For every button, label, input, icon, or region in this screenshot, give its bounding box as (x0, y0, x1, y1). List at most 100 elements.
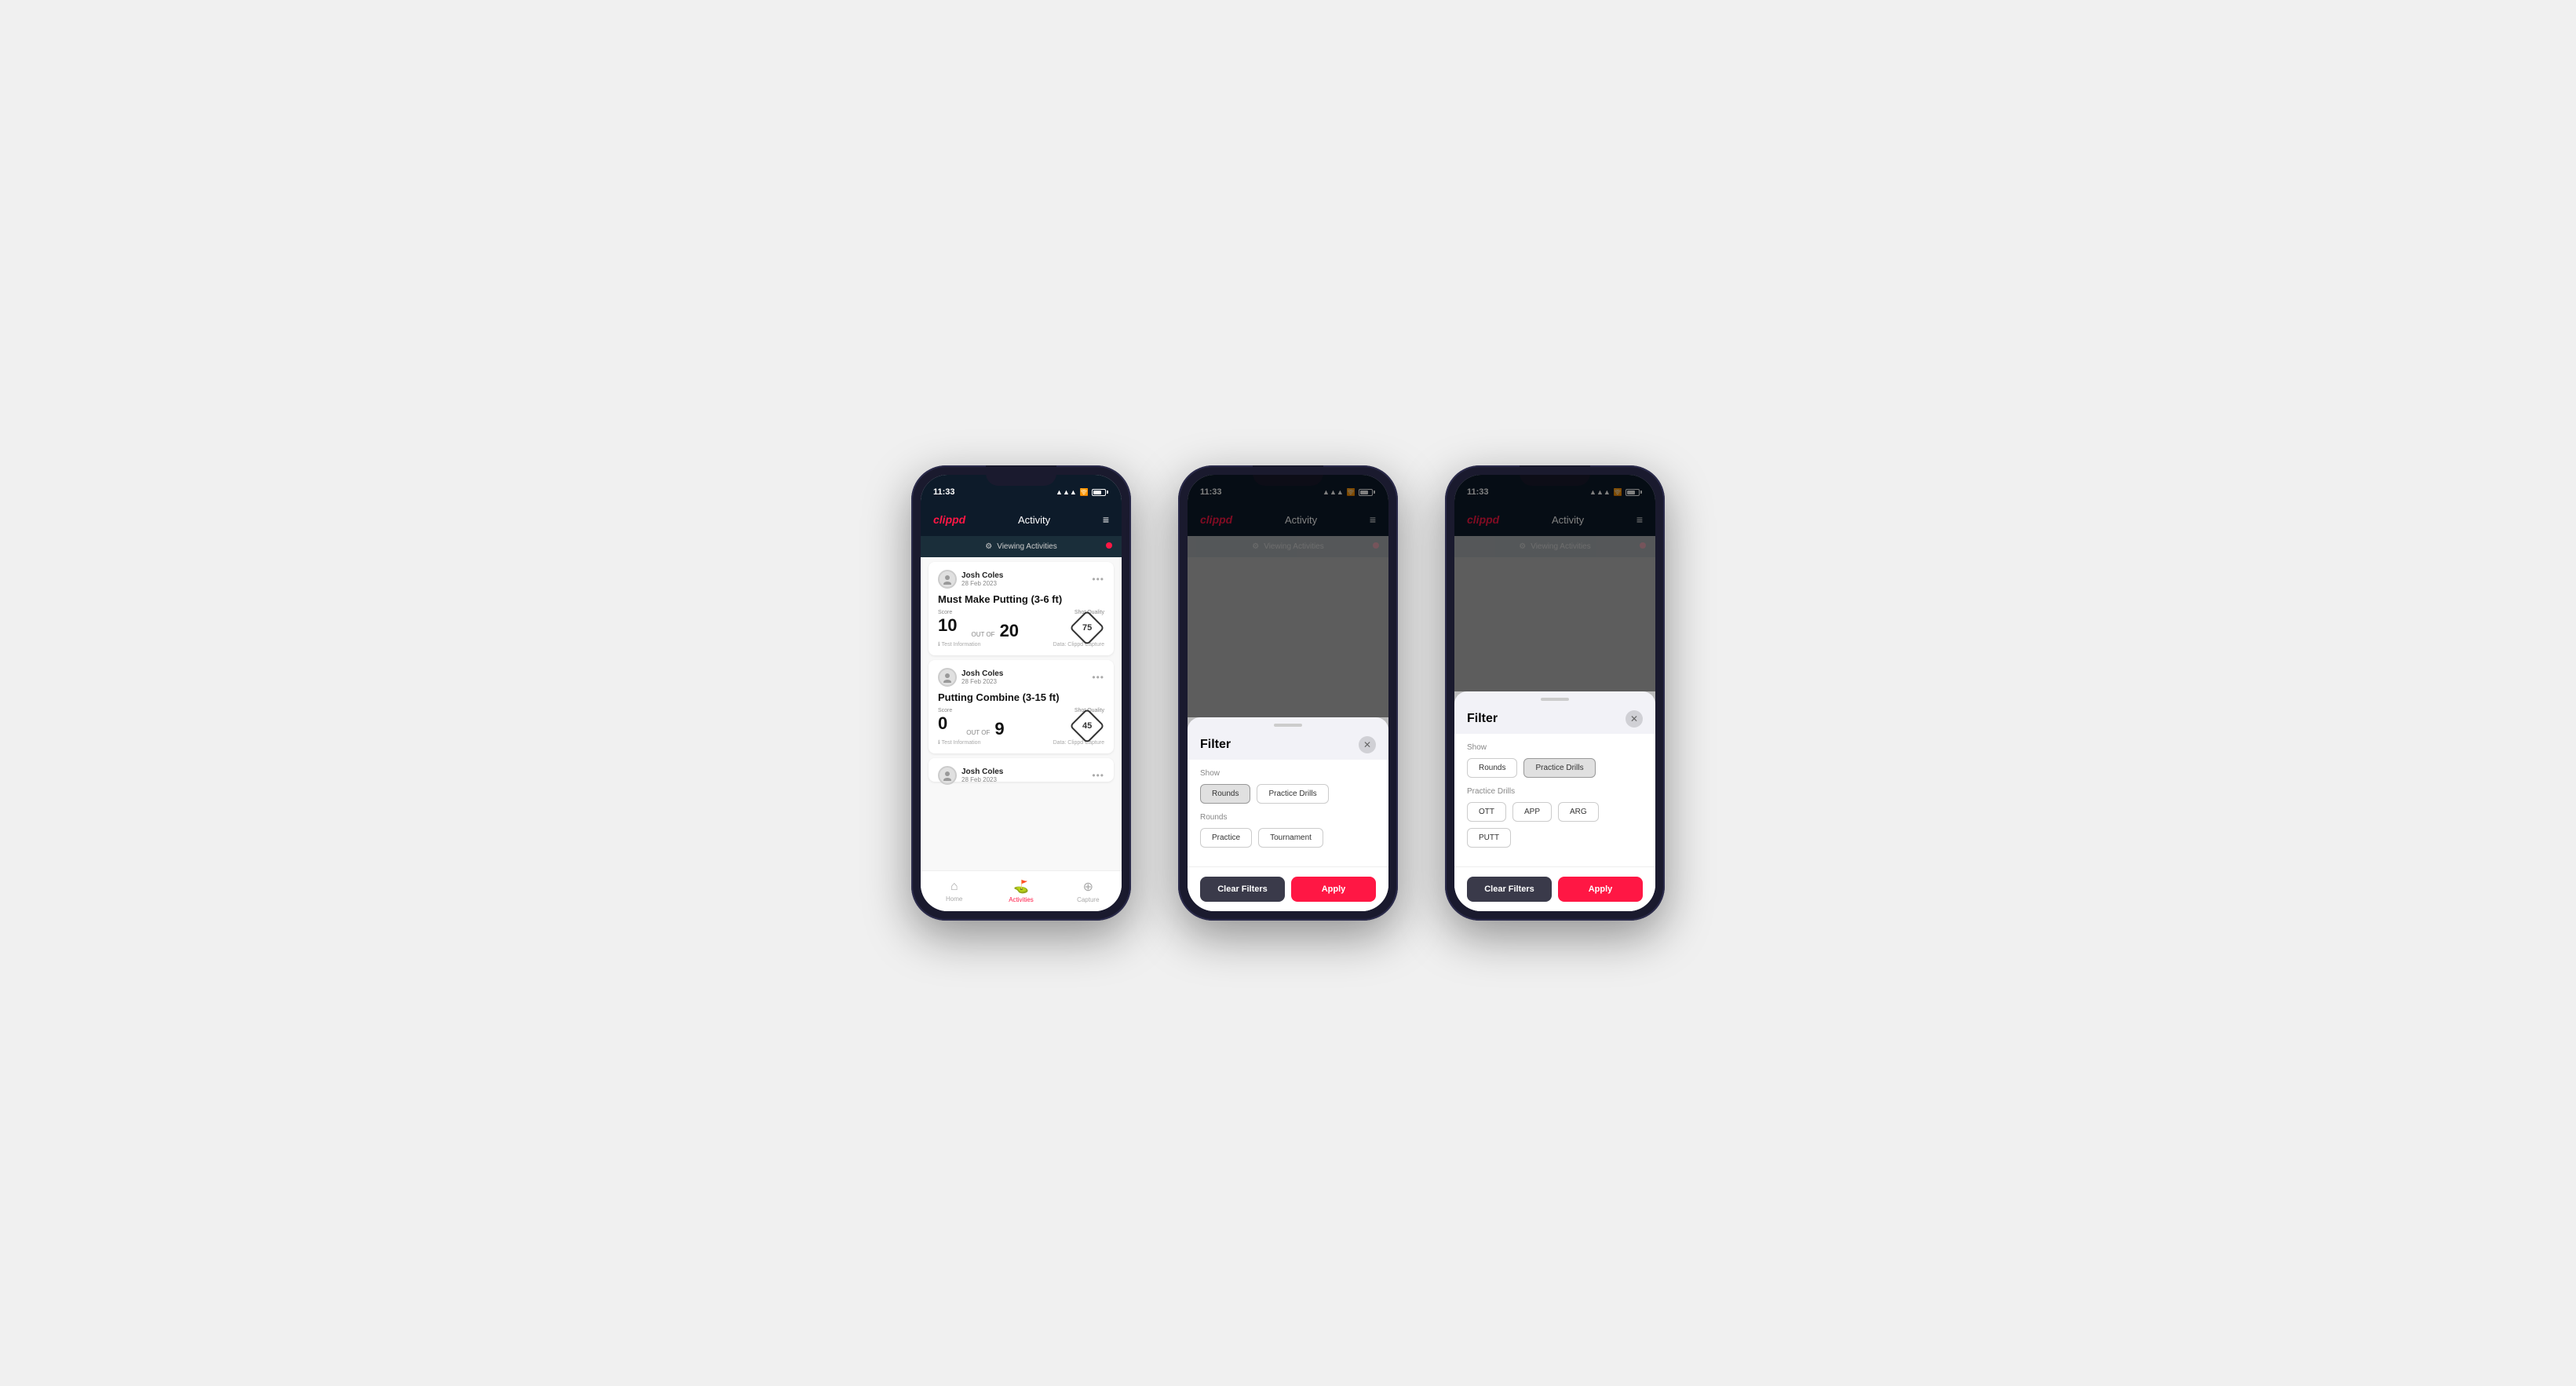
shots-value-2: 9 (994, 719, 1004, 739)
overlay-bg-3 (1454, 475, 1655, 691)
filter-sheet-2: Filter ✕ Show Rounds Practice Drills Rou… (1188, 717, 1388, 911)
rounds-btn-3[interactable]: Rounds (1467, 758, 1517, 778)
dots-menu-2[interactable]: ••• (1092, 672, 1104, 683)
filter-title-2: Filter (1200, 738, 1231, 752)
practice-drills-btn-3[interactable]: Practice Drills (1523, 758, 1595, 778)
rounds-btn-2[interactable]: Rounds (1200, 784, 1250, 804)
capture-icon-1: ⊕ (1083, 879, 1093, 895)
card-header-2: Josh Coles 28 Feb 2023 ••• (938, 668, 1104, 687)
user-details-1: Josh Coles 28 Feb 2023 (961, 571, 1003, 587)
scores-2: Score 0 OUT OF 9 Shot Quality 45 (938, 708, 1104, 739)
practice-drills-btn-2[interactable]: Practice Drills (1257, 784, 1328, 804)
avatar-1 (938, 570, 957, 589)
nav-activities-1[interactable]: ⛳ Activities (987, 879, 1054, 903)
practice-round-btn-2[interactable]: Practice (1200, 828, 1252, 848)
user-info-2: Josh Coles 28 Feb 2023 (938, 668, 1003, 687)
sheet-footer-2: Clear Filters Apply (1188, 866, 1388, 911)
filter-sheet-3: Filter ✕ Show Rounds Practice Drills Pra… (1454, 691, 1655, 911)
app-header-1: clippd Activity ≡ (921, 503, 1122, 536)
data-label-2: Data: Clippd Capture (1053, 740, 1104, 746)
card-header-1: Josh Coles 28 Feb 2023 ••• (938, 570, 1104, 589)
clear-filters-btn-2[interactable]: Clear Filters (1200, 877, 1285, 902)
sheet-header-3: Filter ✕ (1454, 701, 1655, 734)
show-label-2: Show (1200, 769, 1376, 778)
close-button-3[interactable]: ✕ (1626, 710, 1643, 728)
outof-1: OUT OF (971, 631, 994, 638)
sheet-body-3: Show Rounds Practice Drills Practice Dri… (1454, 734, 1655, 866)
card-footer-1: ℹ Test Information Data: Clippd Capture (938, 641, 1104, 647)
show-buttons-3: Rounds Practice Drills (1467, 758, 1643, 778)
filter-overlay-2: Filter ✕ Show Rounds Practice Drills Rou… (1188, 475, 1388, 911)
user-info-1: Josh Coles 28 Feb 2023 (938, 570, 1003, 589)
card-header-3: Josh Coles 28 Feb 2023 ••• (938, 766, 1104, 785)
scores-1: Score 10 OUT OF 20 Shot Quality 75 (938, 610, 1104, 641)
score-label-1: Score (938, 610, 957, 615)
card-title-2: Putting Combine (3-15 ft) (938, 691, 1104, 703)
quality-col-1: Shot Quality 75 (1075, 610, 1104, 640)
user-details-2: Josh Coles 28 Feb 2023 (961, 669, 1003, 685)
quality-value-1: 75 (1082, 623, 1092, 633)
dots-menu-1[interactable]: ••• (1092, 574, 1104, 585)
dots-menu-3[interactable]: ••• (1092, 770, 1104, 781)
user-date-1: 28 Feb 2023 (961, 580, 1003, 587)
shots-value-1: 20 (1000, 621, 1019, 641)
show-buttons-2: Rounds Practice Drills (1200, 784, 1376, 804)
filter-overlay-3: Filter ✕ Show Rounds Practice Drills Pra… (1454, 475, 1655, 911)
phone-3: 11:33 ▲▲▲ 🛜 clippd Activity ≡ ⚙ View (1445, 465, 1665, 921)
nav-capture-1[interactable]: ⊕ Capture (1055, 879, 1122, 903)
avatar-3 (938, 766, 957, 785)
status-time-1: 11:33 (933, 487, 955, 497)
viewing-label-1: Viewing Activities (997, 542, 1057, 551)
score-value-2: 0 (938, 713, 952, 734)
screen-2: 11:33 ▲▲▲ 🛜 clippd Activity ≡ ⚙ View (1188, 475, 1388, 911)
quality-col-2: Shot Quality 45 (1075, 708, 1104, 739)
sheet-header-2: Filter ✕ (1188, 727, 1388, 760)
activities-icon-1: ⛳ (1013, 879, 1029, 895)
overlay-bg-2 (1188, 475, 1388, 717)
activities-label-1: Activities (1009, 896, 1034, 903)
quality-value-2: 45 (1082, 721, 1092, 731)
capture-label-1: Capture (1077, 896, 1099, 903)
outof-2: OUT OF (966, 729, 990, 736)
tournament-btn-2[interactable]: Tournament (1258, 828, 1323, 848)
data-label-1: Data: Clippd Capture (1053, 642, 1104, 647)
screen-1: 11:33 ▲▲▲ 🛜 clippd Activity ≡ ⚙ Viewing … (921, 475, 1122, 911)
clear-filters-btn-3[interactable]: Clear Filters (1467, 877, 1552, 902)
apply-btn-3[interactable]: Apply (1558, 877, 1643, 902)
close-button-2[interactable]: ✕ (1359, 736, 1376, 753)
home-icon-1: ⌂ (950, 880, 958, 894)
apply-btn-2[interactable]: Apply (1291, 877, 1376, 902)
red-dot-1 (1106, 542, 1112, 549)
avatar-2 (938, 668, 957, 687)
wifi-icon-1: 🛜 (1080, 488, 1089, 497)
shots-col-2: OUT OF 9 (965, 719, 1004, 739)
arg-btn-3[interactable]: ARG (1558, 802, 1599, 822)
user-date-2: 28 Feb 2023 (961, 678, 1003, 685)
user-name-2: Josh Coles (961, 669, 1003, 678)
quality-badge-2: 45 (1069, 708, 1104, 743)
score-col-1: Score 10 (938, 610, 957, 636)
ott-btn-3[interactable]: OTT (1467, 802, 1506, 822)
viewing-banner-1[interactable]: ⚙ Viewing Activities (921, 536, 1122, 557)
rounds-buttons-2: Practice Tournament (1200, 828, 1376, 848)
quality-badge-1: 75 (1069, 610, 1104, 645)
nav-home-1[interactable]: ⌂ Home (921, 880, 987, 903)
shots-col-1: OUT OF 20 (969, 621, 1019, 641)
user-info-3: Josh Coles 28 Feb 2023 (938, 766, 1003, 785)
menu-icon-1[interactable]: ≡ (1103, 513, 1109, 526)
drills-label-3: Practice Drills (1467, 787, 1643, 796)
filter-title-3: Filter (1467, 712, 1498, 726)
scene: 11:33 ▲▲▲ 🛜 clippd Activity ≡ ⚙ Viewing … (864, 418, 1712, 968)
activity-card-3[interactable]: Josh Coles 28 Feb 2023 ••• (929, 758, 1114, 782)
activity-card-1[interactable]: Josh Coles 28 Feb 2023 ••• Must Make Put… (929, 562, 1114, 655)
drills-buttons-3: OTT APP ARG PUTT (1467, 802, 1643, 848)
filter-icon-1: ⚙ (985, 542, 992, 551)
signal-icon-1: ▲▲▲ (1056, 488, 1077, 496)
activity-card-2[interactable]: Josh Coles 28 Feb 2023 ••• Putting Combi… (929, 660, 1114, 753)
battery-icon-1 (1092, 489, 1106, 496)
app-btn-3[interactable]: APP (1512, 802, 1552, 822)
score-label-2: Score (938, 708, 952, 713)
battery-fill-1 (1093, 491, 1101, 494)
putt-btn-3[interactable]: PUTT (1467, 828, 1511, 848)
info-label-2: ℹ Test Information (938, 739, 980, 746)
